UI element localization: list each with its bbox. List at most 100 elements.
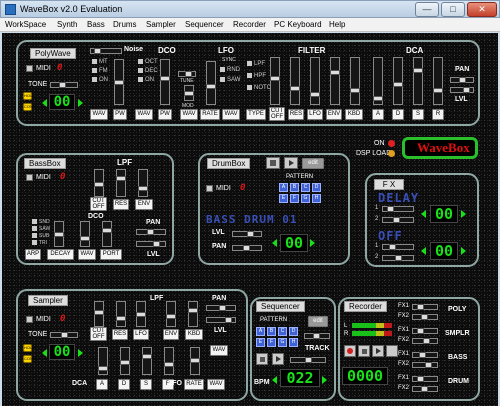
fx-off-slider-1[interactable]: [382, 244, 414, 250]
menu-recorder[interactable]: Recorder: [233, 20, 266, 29]
rec-fx1-smplr-slider[interactable]: [412, 328, 438, 334]
drum-kit-prev-icon[interactable]: [272, 239, 277, 247]
dca-r-button[interactable]: R: [432, 109, 444, 120]
fx-off-slider-2[interactable]: [382, 255, 414, 261]
drum-kit-next-icon[interactable]: [310, 239, 315, 247]
seq-pattern-d[interactable]: D: [289, 327, 298, 336]
seq-tempo-slider[interactable]: [290, 357, 326, 363]
filter-type-button[interactable]: TYPE: [246, 109, 266, 120]
seq-track-slider[interactable]: [304, 333, 330, 339]
dco-opt-on[interactable]: ON: [138, 77, 154, 83]
dca-a-button[interactable]: A: [372, 109, 384, 120]
rec-stop-button[interactable]: [358, 345, 370, 357]
drum-pattern-e[interactable]: E: [279, 194, 288, 203]
menu-drums[interactable]: Drums: [113, 20, 137, 29]
sampler-sustain-fader[interactable]: [142, 347, 152, 375]
seq-play-button[interactable]: [272, 353, 284, 365]
midi-toggle[interactable]: [26, 65, 33, 72]
seq-pattern-f[interactable]: F: [267, 338, 276, 347]
drum-pattern-b[interactable]: B: [290, 183, 299, 192]
noise-wav-button[interactable]: WAV: [180, 109, 198, 120]
bass-wav-button[interactable]: WAV: [78, 249, 96, 260]
bass-arp-button[interactable]: ARP: [25, 249, 41, 260]
menu-pc-keyboard[interactable]: PC Keyboard: [274, 20, 322, 29]
fx-delay-next-icon[interactable]: [461, 210, 466, 218]
sampler-lfo-button[interactable]: LFO: [133, 329, 149, 340]
bass-midi-toggle[interactable]: [26, 174, 33, 181]
menu-sampler[interactable]: Sampler: [146, 20, 176, 29]
tune-slider[interactable]: [178, 71, 196, 77]
seq-pattern-h[interactable]: H: [289, 338, 298, 347]
filter-res-fader[interactable]: [290, 57, 300, 105]
sampler-lfo-wav-button[interactable]: WAV: [207, 379, 225, 390]
drum-pattern-a[interactable]: A: [279, 183, 288, 192]
sampler-s-button[interactable]: S: [140, 379, 152, 390]
bass-wave-sub[interactable]: SUB: [32, 233, 49, 239]
rec-fx1-bass-slider[interactable]: [412, 352, 438, 358]
seq-edit-button[interactable]: edit: [308, 316, 328, 327]
lfo-opt-saw[interactable]: SAW: [220, 77, 240, 83]
filter-cutoff-button[interactable]: CUT OFF: [269, 107, 285, 121]
sampler-attack-fader[interactable]: [98, 347, 108, 375]
seq-pattern-g[interactable]: G: [278, 338, 287, 347]
dco1-pw-button[interactable]: PW: [113, 109, 127, 120]
filter-env-fader[interactable]: [330, 57, 340, 105]
bpm-up-icon[interactable]: [322, 376, 327, 384]
lfo-rate-button[interactable]: RATE: [200, 109, 220, 120]
sampler-release-fader[interactable]: [164, 347, 174, 375]
sampler-a-button[interactable]: A: [96, 379, 108, 390]
sampler-lvl-slider[interactable]: [206, 317, 236, 323]
sampler-pan-slider[interactable]: [206, 305, 236, 311]
bass-port-button[interactable]: PORT: [100, 249, 122, 260]
dca-sustain-fader[interactable]: [413, 57, 423, 105]
rec-fx1-poly-slider[interactable]: [412, 304, 438, 310]
dco-mode-on[interactable]: ON: [92, 77, 108, 83]
rec-fx2-smplr-slider[interactable]: [412, 338, 438, 344]
dca-s-button[interactable]: S: [412, 109, 424, 120]
sampler-midi-toggle[interactable]: [26, 316, 33, 323]
lfo-rate-fader[interactable]: [206, 61, 216, 105]
bass-wav-fader[interactable]: [80, 221, 90, 247]
lfo-wav-button[interactable]: WAV: [222, 109, 240, 120]
drum-stop-button[interactable]: [266, 157, 280, 169]
filter-lfo-fader[interactable]: [310, 57, 320, 105]
sampler-d-button[interactable]: D: [118, 379, 130, 390]
seq-stop-button[interactable]: [256, 353, 268, 365]
sampler-env-fader[interactable]: [166, 301, 176, 327]
drum-midi-toggle[interactable]: [206, 185, 213, 192]
rec-pause-button[interactable]: [386, 345, 398, 357]
dco1-pw-fader[interactable]: [114, 59, 124, 105]
menu-sequencer[interactable]: Sequencer: [185, 20, 224, 29]
filter-cutoff-fader[interactable]: [270, 57, 280, 105]
noise-slider[interactable]: [90, 48, 122, 54]
sampler-hold-button[interactable]: HOLD: [23, 344, 35, 352]
drum-pattern-f[interactable]: F: [290, 194, 299, 203]
bpm-down-icon[interactable]: [272, 376, 277, 384]
drum-pan-slider[interactable]: [232, 245, 262, 251]
bass-env-button[interactable]: ENV: [135, 199, 153, 210]
drum-pattern-h[interactable]: H: [312, 194, 321, 203]
dca-decay-fader[interactable]: [393, 57, 403, 105]
fx-off-next-icon[interactable]: [461, 247, 466, 255]
mod-fader[interactable]: [184, 85, 194, 101]
dca-attack-fader[interactable]: [373, 57, 383, 105]
sampler-tone-up-icon[interactable]: [78, 349, 83, 357]
filter-type-hpf[interactable]: HPF: [247, 73, 266, 79]
filter-kbd-fader[interactable]: [350, 57, 360, 105]
dco2-pw-button[interactable]: PW: [158, 109, 172, 120]
close-button[interactable]: ✕: [467, 2, 497, 17]
conti-button[interactable]: CONTI: [23, 103, 36, 111]
sampler-kbd-fader[interactable]: [188, 301, 198, 327]
sampler-cutoff-button[interactable]: CUT OFF: [90, 327, 107, 341]
fx-delay-prev-icon[interactable]: [421, 210, 426, 218]
dco-mode-fm[interactable]: FM: [92, 68, 108, 74]
bass-env-fader[interactable]: [138, 169, 148, 197]
sampler-conti-button[interactable]: CONTI: [23, 355, 36, 363]
filter-type-lpf[interactable]: LPF: [247, 61, 265, 67]
bass-wave-snd[interactable]: SND: [32, 219, 50, 225]
seq-pattern-c[interactable]: C: [278, 327, 287, 336]
drum-pattern-d[interactable]: D: [312, 183, 321, 192]
drum-pattern-c[interactable]: C: [301, 183, 310, 192]
sampler-env-button[interactable]: ENV: [163, 329, 179, 340]
bass-decay-button[interactable]: DECAY: [47, 249, 74, 260]
